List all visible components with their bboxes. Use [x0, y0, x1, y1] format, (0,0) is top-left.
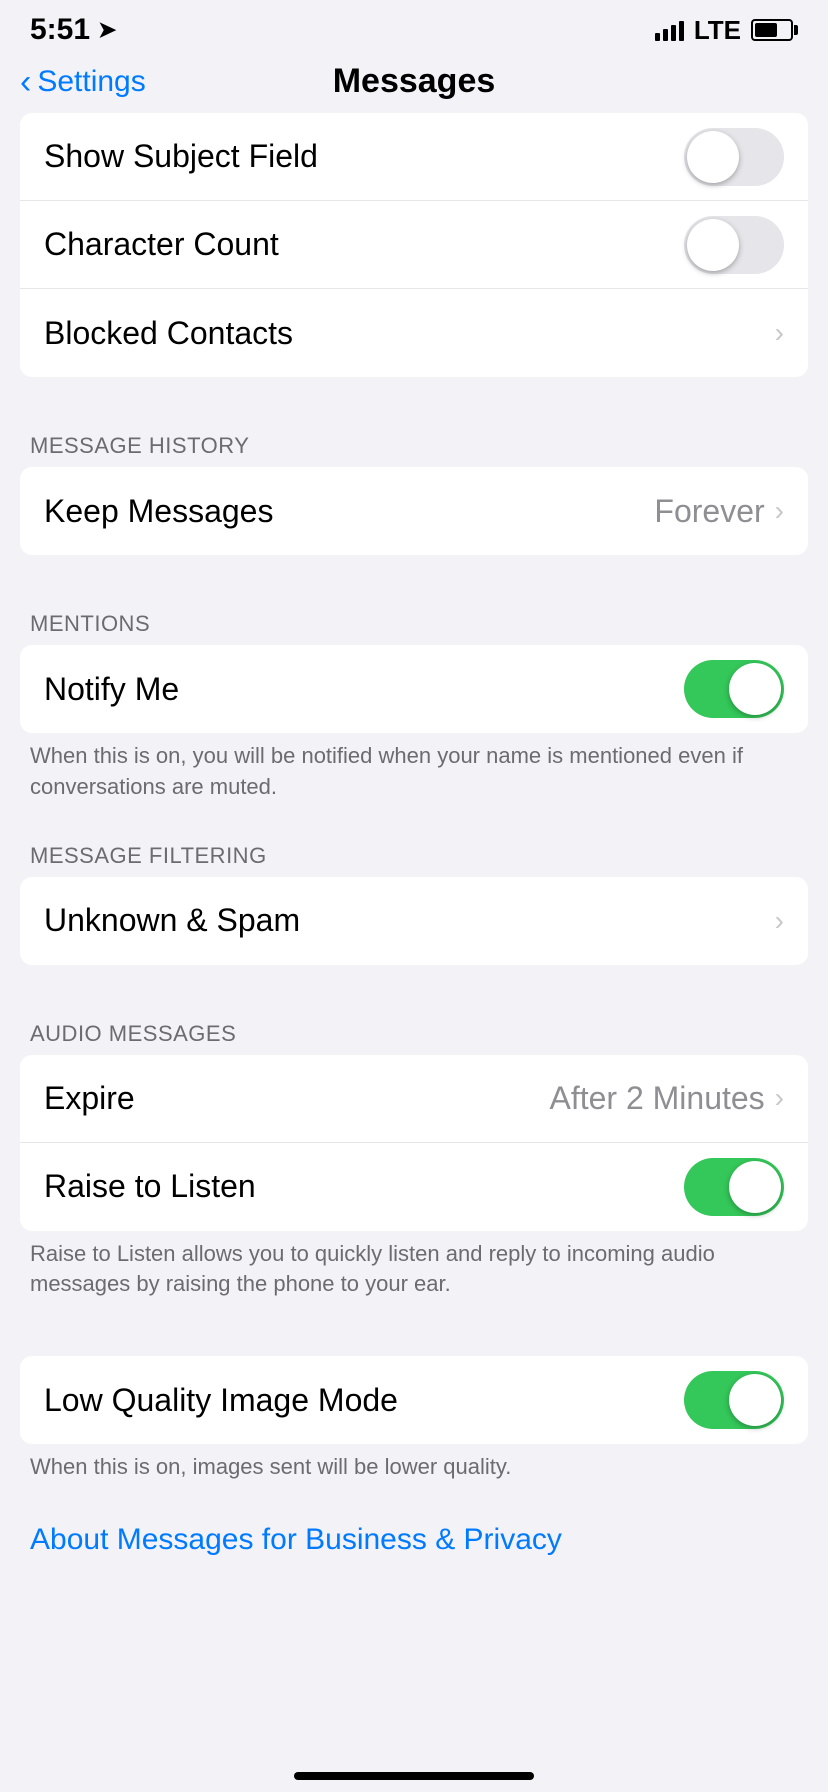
low-quality-toggle[interactable] — [684, 1371, 784, 1429]
battery-tip — [794, 25, 798, 35]
blocked-contacts-right: › — [775, 317, 784, 349]
mentions-section: MENTIONS Notify Me When this is on, you … — [0, 591, 828, 823]
character-count-label: Character Count — [44, 226, 279, 263]
spacer-4 — [0, 1320, 828, 1356]
spacer-1 — [0, 377, 828, 413]
low-quality-footer: When this is on, images sent will be low… — [0, 1444, 828, 1503]
lte-label: LTE — [694, 15, 741, 46]
about-link-row[interactable]: About Messages for Business & Privacy — [0, 1503, 828, 1577]
settings-content: Show Subject Field Character Count Block… — [0, 113, 828, 1617]
page-title: Messages — [333, 62, 496, 101]
status-time: 5:51 ➤ — [30, 13, 116, 47]
low-quality-label: Low Quality Image Mode — [44, 1382, 398, 1419]
unknown-spam-label: Unknown & Spam — [44, 902, 300, 939]
message-filtering-header: MESSAGE FILTERING — [0, 823, 828, 877]
blocked-contacts-row[interactable]: Blocked Contacts › — [20, 289, 808, 377]
audio-messages-header: AUDIO MESSAGES — [0, 1001, 828, 1055]
mentions-card: Notify Me — [20, 645, 808, 733]
message-filtering-card: Unknown & Spam › — [20, 877, 808, 965]
status-right: LTE — [655, 15, 798, 46]
spacer-3 — [0, 965, 828, 1001]
raise-to-listen-row: Raise to Listen — [20, 1143, 808, 1231]
toggle-knob — [729, 663, 781, 715]
signal-bar-1 — [655, 33, 660, 41]
show-subject-field-label: Show Subject Field — [44, 138, 318, 175]
keep-messages-value: Forever — [654, 493, 764, 530]
unknown-spam-row[interactable]: Unknown & Spam › — [20, 877, 808, 965]
time-display: 5:51 — [30, 13, 90, 47]
back-button[interactable]: ‹ Settings — [20, 65, 146, 99]
signal-bar-4 — [679, 21, 684, 41]
unknown-spam-right: › — [775, 905, 784, 937]
expire-right: After 2 Minutes › — [549, 1080, 784, 1117]
character-count-toggle[interactable] — [684, 216, 784, 274]
show-subject-field-row: Show Subject Field — [20, 113, 808, 201]
location-icon: ➤ — [98, 17, 116, 43]
toggle-knob — [687, 131, 739, 183]
back-chevron-icon: ‹ — [20, 65, 31, 99]
chevron-right-icon: › — [775, 905, 784, 937]
toggle-knob — [729, 1374, 781, 1426]
expire-label: Expire — [44, 1080, 135, 1117]
raise-to-listen-label: Raise to Listen — [44, 1168, 256, 1205]
blocked-contacts-label: Blocked Contacts — [44, 315, 293, 352]
battery-body — [751, 19, 793, 41]
low-quality-card: Low Quality Image Mode — [20, 1356, 808, 1444]
chevron-right-icon: › — [775, 317, 784, 349]
notify-me-label: Notify Me — [44, 671, 179, 708]
expire-row[interactable]: Expire After 2 Minutes › — [20, 1055, 808, 1143]
low-quality-section: Low Quality Image Mode When this is on, … — [0, 1356, 828, 1503]
mentions-header: MENTIONS — [0, 591, 828, 645]
chevron-right-icon: › — [775, 495, 784, 527]
chevron-right-icon: › — [775, 1082, 784, 1114]
nav-bar: ‹ Settings Messages — [0, 54, 828, 113]
home-indicator — [294, 1772, 534, 1780]
toggle-knob — [729, 1161, 781, 1213]
message-history-card: Keep Messages Forever › — [20, 467, 808, 555]
message-filtering-section: MESSAGE FILTERING Unknown & Spam › — [0, 823, 828, 965]
keep-messages-row[interactable]: Keep Messages Forever › — [20, 467, 808, 555]
top-group-card: Show Subject Field Character Count Block… — [20, 113, 808, 377]
spacer-2 — [0, 555, 828, 591]
audio-messages-footer: Raise to Listen allows you to quickly li… — [0, 1231, 828, 1321]
signal-bar-2 — [663, 29, 668, 41]
message-history-header: MESSAGE HISTORY — [0, 413, 828, 467]
low-quality-row: Low Quality Image Mode — [20, 1356, 808, 1444]
message-history-section: MESSAGE HISTORY Keep Messages Forever › — [0, 413, 828, 555]
character-count-row: Character Count — [20, 201, 808, 289]
show-subject-field-toggle[interactable] — [684, 128, 784, 186]
keep-messages-right: Forever › — [654, 493, 784, 530]
notify-me-toggle[interactable] — [684, 660, 784, 718]
audio-messages-section: AUDIO MESSAGES Expire After 2 Minutes › … — [0, 1001, 828, 1321]
back-label: Settings — [37, 65, 145, 99]
status-bar: 5:51 ➤ LTE — [0, 0, 828, 54]
signal-bars — [655, 19, 684, 41]
signal-bar-3 — [671, 25, 676, 41]
notify-me-row: Notify Me — [20, 645, 808, 733]
mentions-footer: When this is on, you will be notified wh… — [0, 733, 828, 823]
toggle-knob — [687, 219, 739, 271]
raise-to-listen-toggle[interactable] — [684, 1158, 784, 1216]
expire-value: After 2 Minutes — [549, 1080, 764, 1117]
audio-messages-card: Expire After 2 Minutes › Raise to Listen — [20, 1055, 808, 1231]
keep-messages-label: Keep Messages — [44, 493, 273, 530]
about-link[interactable]: About Messages for Business & Privacy — [30, 1523, 562, 1556]
battery-icon — [751, 19, 798, 41]
battery-fill — [755, 23, 777, 37]
